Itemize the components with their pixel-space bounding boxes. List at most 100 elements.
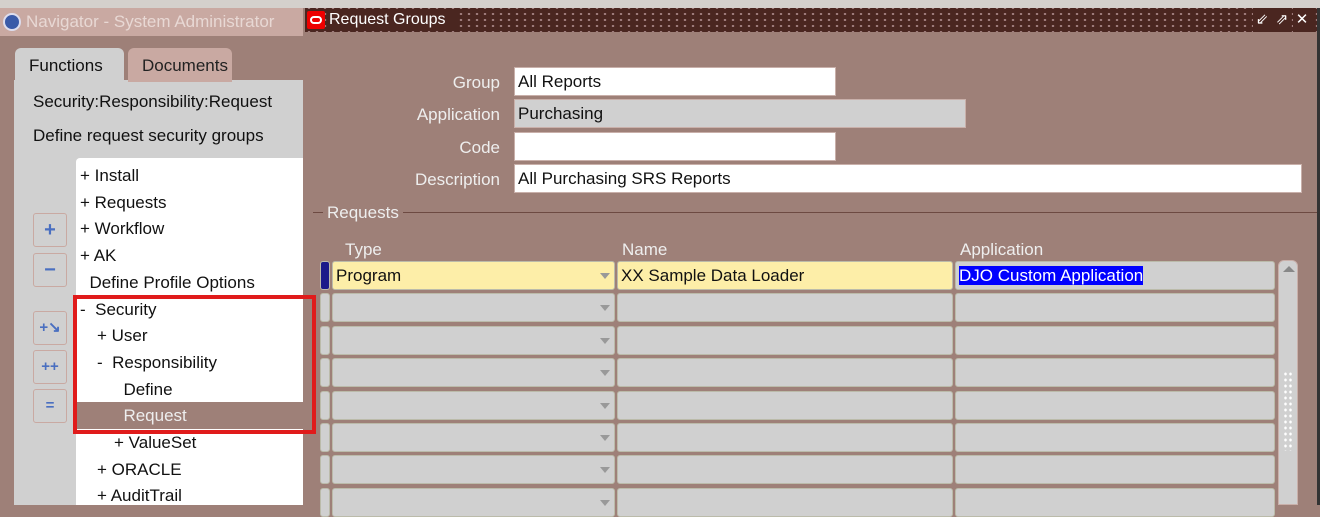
group-field[interactable]: All Reports <box>514 67 836 96</box>
plus-icon: + <box>44 219 56 241</box>
name-cell[interactable] <box>617 423 953 452</box>
close-icon[interactable]: ✕ <box>1293 8 1311 32</box>
scroll-grip-icon[interactable] <box>1283 371 1293 451</box>
row-indicator[interactable] <box>320 293 330 323</box>
dropdown-arrow-icon[interactable] <box>600 273 610 279</box>
section-divider <box>313 212 1317 213</box>
name-cell[interactable]: XX Sample Data Loader <box>617 261 953 290</box>
type-column-header: Type <box>345 240 382 259</box>
application-cell[interactable] <box>955 390 1275 420</box>
application-cell[interactable] <box>955 423 1275 452</box>
application-field[interactable]: Purchasing <box>514 99 966 128</box>
vertical-scrollbar[interactable] <box>1278 260 1298 505</box>
tree-item-label: Define Profile Options <box>89 272 255 292</box>
expand-branch-icon: +↘ <box>39 319 61 336</box>
collapse-all-icon: = <box>45 397 55 414</box>
type-cell[interactable] <box>332 390 615 420</box>
tree-item-label: AuditTrail <box>110 486 182 506</box>
tree-item-label: AK <box>93 246 117 266</box>
application-cell[interactable] <box>955 325 1275 355</box>
description-field[interactable]: All Purchasing SRS Reports <box>514 164 1302 193</box>
row-indicator[interactable] <box>320 423 330 452</box>
expand-button[interactable]: + <box>33 213 67 247</box>
dropdown-arrow-icon[interactable] <box>600 435 610 441</box>
application-label: Application <box>416 105 500 124</box>
row-indicator[interactable] <box>320 390 330 420</box>
row-indicator[interactable] <box>320 358 330 388</box>
type-cell[interactable]: Program <box>332 261 615 290</box>
tree-toggle[interactable]: + <box>80 166 95 185</box>
name-cell[interactable] <box>617 487 953 517</box>
window-title: Request Groups <box>329 11 456 28</box>
type-value: Program <box>336 266 402 285</box>
function-path: Security:Responsibility:Request <box>33 92 273 111</box>
row-indicator[interactable] <box>320 325 330 355</box>
name-cell[interactable] <box>617 358 953 388</box>
dropdown-arrow-icon[interactable] <box>600 337 610 344</box>
tree-item[interactable]: + Requests <box>76 189 303 216</box>
application-value: DJO Custom Application <box>959 266 1144 285</box>
scroll-up-icon[interactable] <box>1283 266 1295 272</box>
tree-item[interactable]: Define Profile Options <box>76 269 303 296</box>
type-cell[interactable] <box>332 358 615 388</box>
tree-item[interactable]: + AK <box>76 242 303 269</box>
tree-item-label: Install <box>94 166 140 185</box>
name-column-header: Name <box>622 240 668 259</box>
type-cell[interactable] <box>332 325 615 355</box>
tab-functions[interactable]: Functions <box>15 48 124 82</box>
expand-branch-button[interactable]: +↘ <box>33 311 67 345</box>
tree-toggle[interactable]: + <box>97 486 111 505</box>
tree-item[interactable]: + ORACLE <box>76 456 303 483</box>
highlight-box <box>73 295 316 434</box>
tree-item[interactable]: + Install <box>76 162 303 189</box>
expand-all-icon: ++ <box>41 358 59 375</box>
type-cell[interactable] <box>332 293 615 323</box>
application-cell[interactable] <box>955 293 1275 323</box>
row-indicator[interactable] <box>320 455 330 485</box>
maximize-icon[interactable]: ⇗ <box>1273 8 1291 32</box>
tree-toggle[interactable]: + <box>97 460 112 479</box>
function-description: Define request security groups <box>33 126 264 145</box>
requests-section-label: Requests <box>323 203 403 223</box>
group-label: Group <box>452 73 500 92</box>
application-column-header: Application <box>960 240 1044 259</box>
dropdown-arrow-icon[interactable] <box>600 467 610 474</box>
tree-item-label: Workflow <box>94 219 165 239</box>
dropdown-arrow-icon[interactable] <box>600 402 610 409</box>
type-cell[interactable] <box>332 423 615 452</box>
expand-all-button[interactable]: ++ <box>33 350 67 384</box>
tab-documents[interactable]: Documents <box>128 48 232 82</box>
tree-item-label: Requests <box>94 192 167 212</box>
name-cell[interactable] <box>617 390 953 420</box>
tree-toggle[interactable]: + <box>80 219 95 238</box>
application-cell[interactable] <box>955 487 1275 517</box>
name-cell[interactable] <box>617 293 953 323</box>
navigator-title-bar[interactable]: Navigator - System Administrator <box>0 8 303 36</box>
type-cell[interactable] <box>332 455 615 485</box>
request-groups-title-bar[interactable]: Request Groups <box>305 8 1317 32</box>
collapse-all-button[interactable]: = <box>33 389 67 423</box>
tree-item[interactable]: + AuditTrail <box>76 482 303 509</box>
description-label: Description <box>414 170 500 189</box>
minimize-icon[interactable]: ⇙ <box>1253 8 1271 32</box>
tree-toggle[interactable]: + <box>80 246 94 265</box>
name-cell[interactable] <box>617 455 953 485</box>
tree-toggle[interactable]: + <box>80 193 95 212</box>
name-cell[interactable] <box>617 325 953 355</box>
row-indicator[interactable] <box>320 487 330 517</box>
oracle-icon <box>307 11 325 29</box>
tree-item-label: ORACLE <box>111 459 182 479</box>
tree-item[interactable]: + Workflow <box>76 215 303 242</box>
minus-icon: − <box>44 259 56 281</box>
application-cell[interactable]: DJO Custom Application <box>955 261 1275 290</box>
tree-toggle[interactable]: + <box>114 433 129 452</box>
dropdown-arrow-icon[interactable] <box>600 370 610 377</box>
application-cell[interactable] <box>955 455 1275 485</box>
application-cell[interactable] <box>955 358 1275 388</box>
type-cell[interactable] <box>332 487 615 517</box>
top-strip <box>0 0 1320 8</box>
code-field[interactable] <box>514 132 836 161</box>
row-indicator[interactable] <box>320 261 330 290</box>
collapse-button[interactable]: − <box>33 253 67 287</box>
dropdown-arrow-icon[interactable] <box>600 305 610 312</box>
